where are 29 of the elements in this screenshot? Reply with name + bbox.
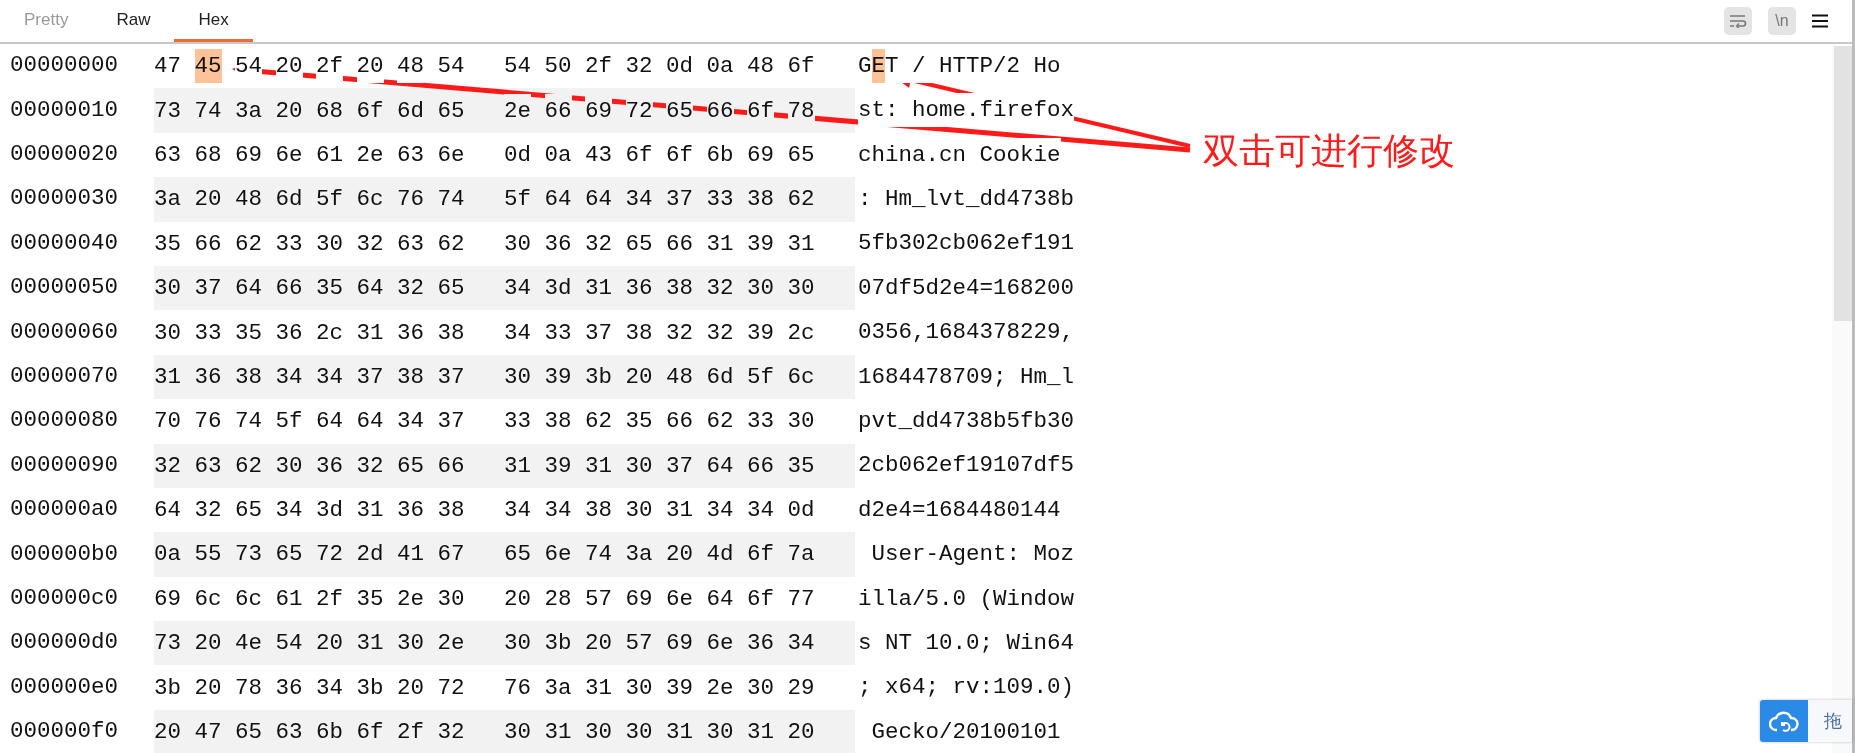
offset-label: 000000d0 <box>9 628 120 658</box>
offset-label: 00000050 <box>9 273 120 303</box>
menu-button[interactable] <box>1812 14 1828 28</box>
tab[interactable]: Hex <box>174 0 253 42</box>
offset-label: 00000070 <box>9 362 120 392</box>
offset-label: 00000030 <box>9 184 120 214</box>
offset-label: 00000020 <box>9 140 120 170</box>
tab[interactable]: Raw <box>92 0 175 42</box>
offset-label: 000000e0 <box>9 672 120 702</box>
newline-toggle-button[interactable]: \n <box>1768 7 1796 35</box>
ascii-text[interactable]: st: home.firefox <box>858 93 1075 128</box>
widget-label: 拖 <box>1824 709 1842 733</box>
offset-label: 00000090 <box>9 450 120 480</box>
offset-label: 000000c0 <box>9 584 120 613</box>
offset-label: 000000a0 <box>9 495 120 525</box>
wrap-toggle-button[interactable] <box>1724 7 1752 35</box>
cloud-upload-icon <box>1769 710 1799 732</box>
offset-label: 00000080 <box>9 406 120 436</box>
offset-label: 00000000 <box>9 51 120 81</box>
menu-icon <box>1812 14 1828 28</box>
offset-label: 00000040 <box>9 228 120 258</box>
offset-label: 00000010 <box>9 95 120 125</box>
wrap-icon <box>1729 14 1747 28</box>
hex-byte[interactable]: 45 <box>194 49 222 84</box>
offset-label: 00000060 <box>9 317 120 347</box>
offset-label: 000000b0 <box>9 539 120 569</box>
scrollbar-thumb[interactable] <box>1834 46 1852 321</box>
offset-label: 000000f0 <box>9 717 120 747</box>
annotation-text: 双击可进行修改 <box>1203 129 1455 173</box>
